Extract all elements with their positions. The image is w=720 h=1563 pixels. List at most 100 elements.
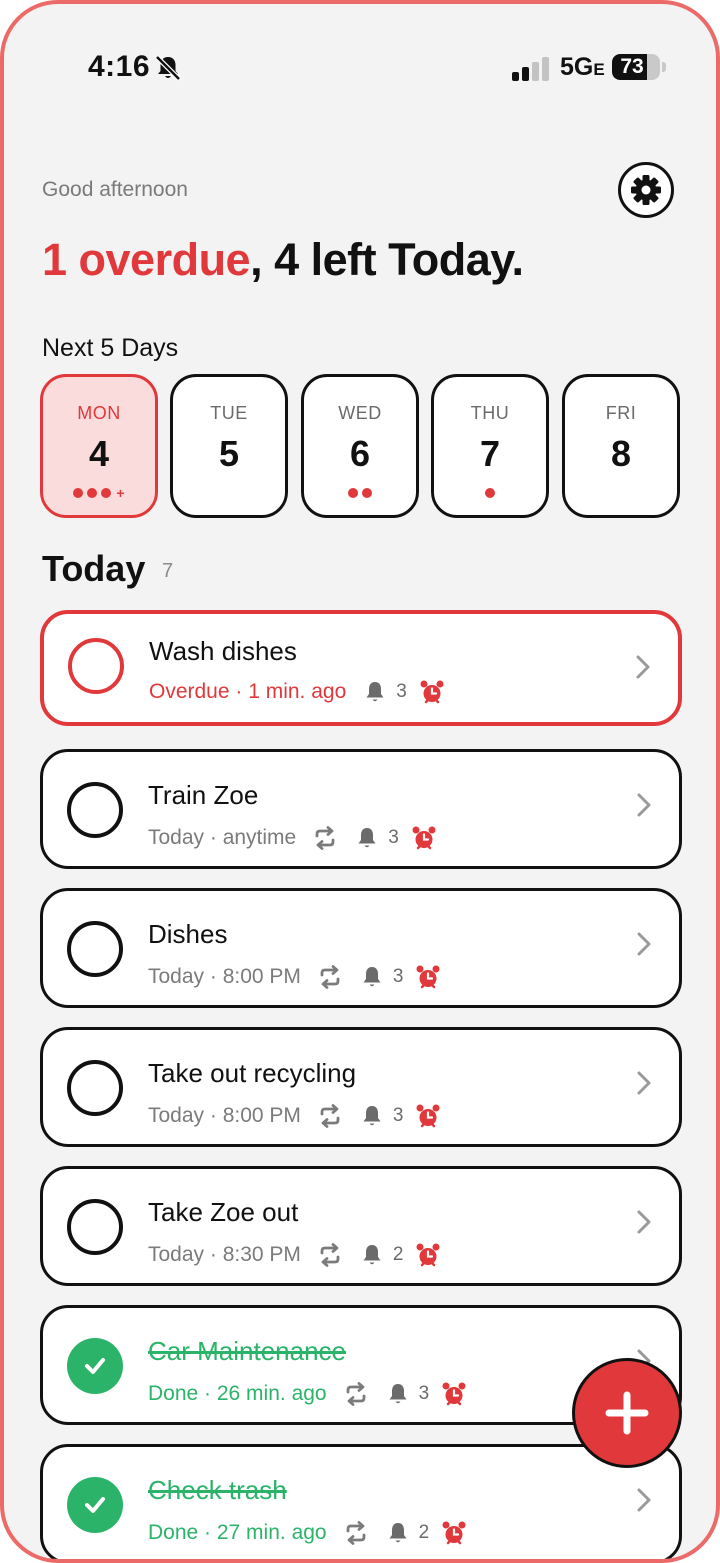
alarm-clock-icon [416, 965, 440, 989]
more-tasks-indicator: + [116, 485, 125, 501]
day-task-dots [434, 487, 546, 499]
chevron-right-icon [637, 1488, 651, 1512]
chevron-right-icon [636, 655, 650, 679]
task-card[interactable]: Take Zoe out Today · 8:30 PM 2 [40, 1166, 682, 1286]
battery-icon: 73 [612, 54, 666, 82]
day-name: FRI [605, 403, 637, 423]
task-checkbox[interactable] [67, 1199, 123, 1255]
day-card-wed[interactable]: WED 6 [301, 374, 419, 518]
task-dot [485, 488, 495, 498]
day-name: WED [338, 403, 382, 423]
reminder-count: 2 [392, 1244, 404, 1265]
chevron-right-icon [637, 1071, 651, 1095]
day-task-dots [173, 487, 285, 499]
bell-icon [358, 828, 376, 848]
bell-slash-icon [155, 55, 181, 81]
day-number: 6 [349, 433, 371, 474]
task-title: Car Maintenance [148, 1336, 346, 1366]
task-title: Take out recycling [148, 1058, 357, 1088]
repeat-icon [320, 1243, 340, 1267]
battery-tip [662, 62, 666, 72]
task-meta: Today · anytime 3 [148, 824, 437, 852]
reminder-count: 3 [388, 827, 399, 848]
task-meta: Today · 8:00 PM 3 [148, 963, 441, 991]
task-dot [101, 488, 112, 498]
day-task-dots: + [43, 485, 155, 501]
repeat-icon [315, 826, 335, 850]
summary-headline: 1 overdue, 4 left Today. [42, 234, 524, 286]
task-checkbox[interactable] [67, 1477, 123, 1533]
day-task-dots [565, 487, 677, 499]
bell-icon [363, 967, 381, 987]
add-task-button[interactable] [572, 1358, 682, 1468]
task-checkbox[interactable] [67, 1060, 123, 1116]
today-heading: Today [42, 548, 146, 589]
battery-level: 73 [620, 55, 644, 78]
alarm-clock-icon [442, 1382, 466, 1406]
task-meta: Done · 26 min. ago 3 [148, 1380, 467, 1408]
reminder-count: 3 [392, 1105, 404, 1126]
settings-button[interactable] [618, 162, 674, 218]
network-type: 5GE [560, 53, 605, 82]
day-card-fri[interactable]: FRI 8 [562, 374, 680, 518]
status-bar: 4:16 5GE 73 [4, 4, 716, 84]
task-title: Wash dishes [149, 636, 297, 666]
task-title: Dishes [148, 919, 228, 949]
repeat-icon [346, 1382, 366, 1406]
task-checkbox[interactable] [68, 638, 124, 694]
day-strip: MON 4 + TUE 5 WED 6 THU 7 FRI 8 [40, 374, 682, 522]
task-meta: Today · 8:30 PM 2 [148, 1241, 441, 1269]
day-card-thu[interactable]: THU 7 [431, 374, 549, 518]
task-dot [73, 488, 84, 498]
task-due: Done · 26 min. ago [148, 1382, 327, 1405]
day-number: 7 [479, 433, 501, 474]
alarm-clock-icon [416, 1104, 440, 1128]
repeat-icon [320, 965, 340, 989]
task-card[interactable]: Check trash Done · 27 min. ago 2 [40, 1444, 682, 1559]
alarm-clock-icon [416, 1243, 440, 1267]
day-name: TUE [210, 403, 248, 423]
plus-icon [605, 1391, 649, 1435]
app-screen: 4:16 5GE 73 Good afternoon 1 overdue, 4 … [0, 0, 720, 1563]
chevron-right-icon [637, 793, 651, 817]
chevron-right-icon [637, 1210, 651, 1234]
checkmark-icon [85, 1497, 105, 1513]
next-days-label: Next 5 Days [42, 334, 179, 362]
bell-icon [389, 1523, 407, 1543]
task-dot [362, 488, 372, 498]
task-dot [87, 488, 98, 498]
day-number: 5 [218, 433, 240, 474]
task-card[interactable]: Dishes Today · 8:00 PM 3 [40, 888, 682, 1008]
repeat-icon [346, 1521, 366, 1545]
task-card[interactable]: Take out recycling Today · 8:00 PM 3 [40, 1027, 682, 1147]
task-meta: Done · 27 min. ago 2 [148, 1519, 467, 1547]
battery-body: 73 [612, 54, 660, 80]
alarm-clock-icon [420, 680, 444, 704]
bell-icon [389, 1384, 407, 1404]
task-due: Today · 8:00 PM [148, 965, 301, 988]
today-task-count: 7 [162, 560, 174, 582]
alarm-clock-icon [442, 1521, 466, 1545]
gear-icon [631, 175, 661, 205]
day-card-mon[interactable]: MON 4 + [40, 374, 158, 518]
bell-icon [363, 1245, 381, 1265]
chevron-right-icon [637, 932, 651, 956]
task-card[interactable]: Train Zoe Today · anytime 3 [40, 749, 682, 869]
task-card[interactable]: Wash dishes Overdue · 1 min. ago 3 [40, 610, 682, 726]
overdue-count: 1 overdue [42, 234, 251, 285]
reminder-count: 2 [418, 1522, 430, 1543]
task-dot [348, 488, 358, 498]
day-number: 8 [610, 433, 632, 474]
task-checkbox[interactable] [67, 782, 123, 838]
task-due: Today · 8:00 PM [148, 1104, 301, 1127]
day-number: 4 [88, 433, 110, 474]
task-checkbox[interactable] [67, 921, 123, 977]
task-checkbox[interactable] [67, 1338, 123, 1394]
task-title: Check trash [148, 1475, 287, 1505]
day-card-tue[interactable]: TUE 5 [170, 374, 288, 518]
task-due: Overdue · 1 min. ago [149, 680, 347, 703]
repeat-icon [320, 1104, 340, 1128]
checkmark-icon [85, 1358, 105, 1374]
remaining-count: , 4 left Today. [250, 234, 524, 285]
greeting-text: Good afternoon [42, 178, 188, 201]
